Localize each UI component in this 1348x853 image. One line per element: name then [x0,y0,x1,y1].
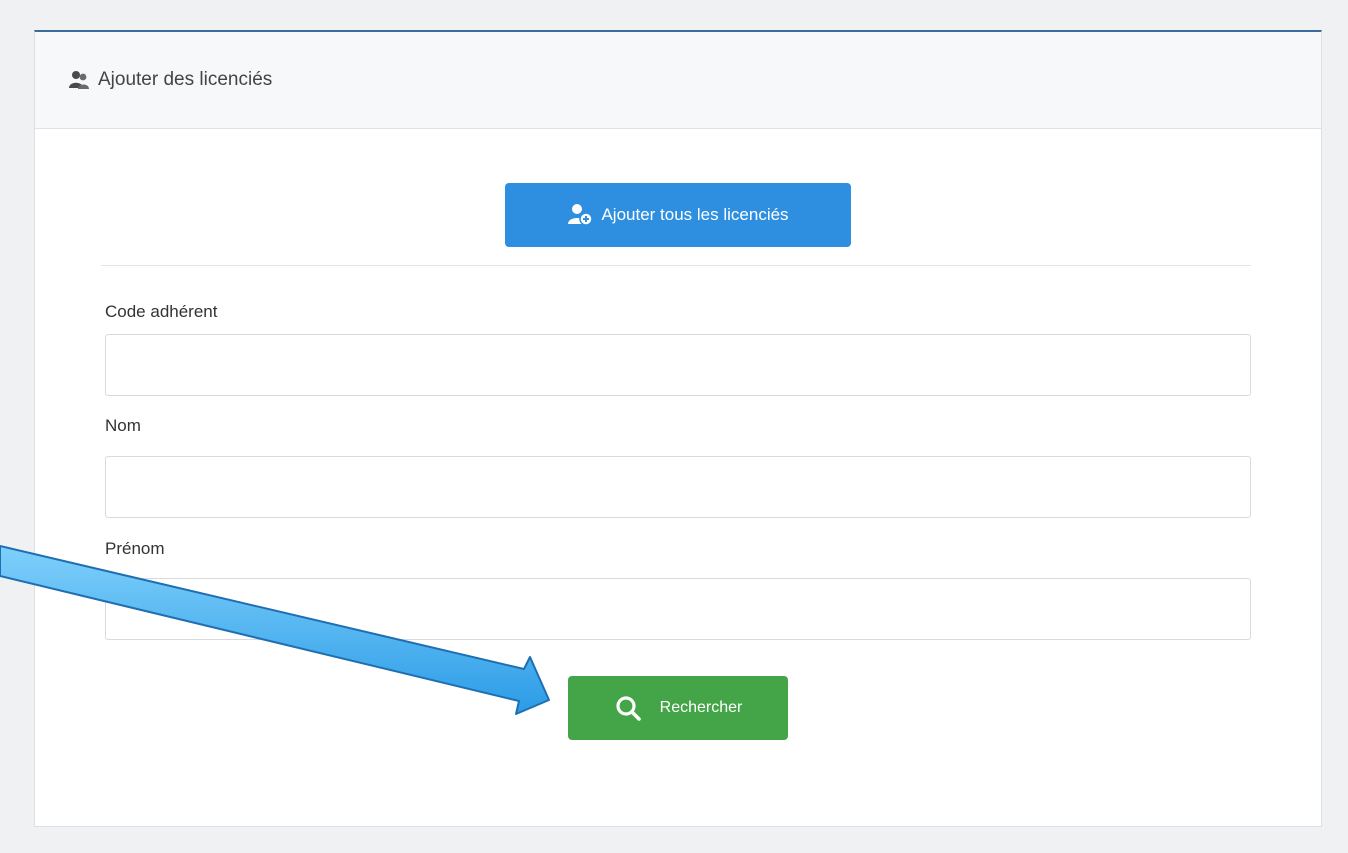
code-adherent-input[interactable] [105,334,1251,396]
user-add-icon [567,203,594,227]
search-button[interactable]: Rechercher [568,676,788,740]
prenom-input[interactable] [105,578,1251,640]
panel-header: Ajouter des licenciés [35,32,1321,129]
panel-title: Ajouter des licenciés [98,69,273,90]
nom-label: Nom [105,416,141,435]
users-icon [68,69,90,91]
nom-input[interactable] [105,456,1251,518]
add-all-members-button[interactable]: Ajouter tous les licenciés [505,183,851,247]
search-label: Rechercher [659,699,743,716]
add-all-members-label: Ajouter tous les licenciés [601,205,789,224]
search-icon [614,694,642,722]
add-members-panel: Ajouter des licenciés Ajouter tous les l… [34,30,1322,827]
prenom-label: Prénom [105,539,165,558]
divider [101,265,1251,266]
code-adherent-label: Code adhérent [105,302,218,321]
